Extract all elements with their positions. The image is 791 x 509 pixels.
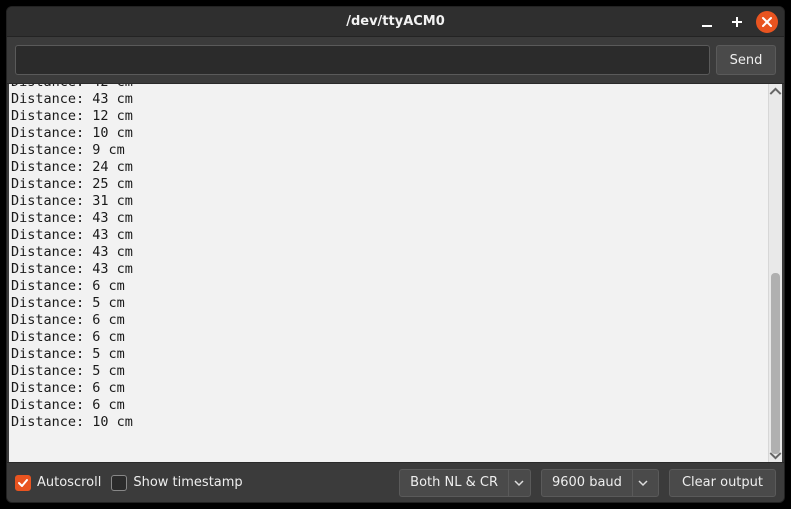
serial-input[interactable] bbox=[15, 45, 710, 75]
autoscroll-checkbox-box bbox=[15, 475, 31, 491]
chevron-down-icon bbox=[769, 449, 782, 462]
timestamp-label: Show timestamp bbox=[133, 475, 242, 490]
output-line: Distance: 6 cm bbox=[11, 278, 766, 295]
output-line: Distance: 43 cm bbox=[11, 227, 766, 244]
scroll-thumb[interactable] bbox=[771, 273, 780, 454]
output-line: Distance: 25 cm bbox=[11, 176, 766, 193]
send-button[interactable]: Send bbox=[716, 45, 776, 75]
titlebar[interactable]: /dev/ttyACM0 bbox=[7, 7, 784, 37]
window-controls bbox=[696, 11, 778, 33]
output-line: Distance: 24 cm bbox=[11, 159, 766, 176]
output-line: Distance: 43 cm bbox=[11, 91, 766, 108]
output-wrap: Distance: 42 cmDistance: 43 cmDistance: … bbox=[7, 84, 784, 462]
baud-rate-select[interactable]: 9600 baud bbox=[541, 469, 659, 497]
maximize-button[interactable] bbox=[726, 11, 748, 33]
output-line: Distance: 6 cm bbox=[11, 312, 766, 329]
minimize-button[interactable] bbox=[696, 11, 718, 33]
send-row: Send bbox=[7, 37, 784, 84]
output-line: Distance: 31 cm bbox=[11, 193, 766, 210]
serial-monitor-window: /dev/ttyACM0 Send Distance: 42 cmDistanc… bbox=[6, 6, 785, 503]
autoscroll-checkbox[interactable]: Autoscroll bbox=[15, 475, 101, 491]
scroll-down-button[interactable] bbox=[769, 448, 782, 462]
baud-rate-arrow bbox=[632, 470, 654, 496]
close-icon bbox=[761, 16, 773, 28]
line-ending-select[interactable]: Both NL & CR bbox=[399, 469, 531, 497]
output-line: Distance: 6 cm bbox=[11, 380, 766, 397]
output-line: Distance: 43 cm bbox=[11, 261, 766, 278]
window-title: /dev/ttyACM0 bbox=[346, 14, 445, 29]
output-line: Distance: 10 cm bbox=[11, 414, 766, 431]
timestamp-checkbox-box bbox=[111, 475, 127, 491]
timestamp-checkbox[interactable]: Show timestamp bbox=[111, 475, 242, 491]
chevron-down-icon bbox=[514, 478, 524, 488]
output-line: Distance: 42 cm bbox=[11, 84, 766, 91]
output-line: Distance: 10 cm bbox=[11, 125, 766, 142]
close-button[interactable] bbox=[756, 11, 778, 33]
chevron-down-icon bbox=[638, 478, 648, 488]
output-line: Distance: 43 cm bbox=[11, 244, 766, 261]
clear-output-label: Clear output bbox=[682, 475, 763, 490]
scroll-up-button[interactable] bbox=[769, 84, 782, 98]
vertical-scrollbar[interactable] bbox=[768, 84, 782, 462]
output-line: Distance: 5 cm bbox=[11, 363, 766, 380]
minimize-icon bbox=[700, 15, 714, 29]
line-ending-value: Both NL & CR bbox=[400, 475, 508, 490]
footer: Autoscroll Show timestamp Both NL & CR 9… bbox=[7, 462, 784, 502]
send-button-label: Send bbox=[730, 53, 763, 68]
clear-output-button[interactable]: Clear output bbox=[669, 469, 776, 497]
line-ending-arrow bbox=[508, 470, 530, 496]
output-line: Distance: 12 cm bbox=[11, 108, 766, 125]
output-line: Distance: 5 cm bbox=[11, 295, 766, 312]
serial-output[interactable]: Distance: 42 cmDistance: 43 cmDistance: … bbox=[9, 84, 768, 462]
check-icon bbox=[17, 477, 29, 489]
output-line: Distance: 9 cm bbox=[11, 142, 766, 159]
output-line: Distance: 43 cm bbox=[11, 210, 766, 227]
output-line: Distance: 6 cm bbox=[11, 329, 766, 346]
baud-rate-value: 9600 baud bbox=[542, 475, 632, 490]
output-line: Distance: 6 cm bbox=[11, 397, 766, 414]
maximize-icon bbox=[730, 15, 744, 29]
chevron-up-icon bbox=[769, 85, 782, 98]
autoscroll-label: Autoscroll bbox=[37, 475, 101, 490]
output-line: Distance: 5 cm bbox=[11, 346, 766, 363]
